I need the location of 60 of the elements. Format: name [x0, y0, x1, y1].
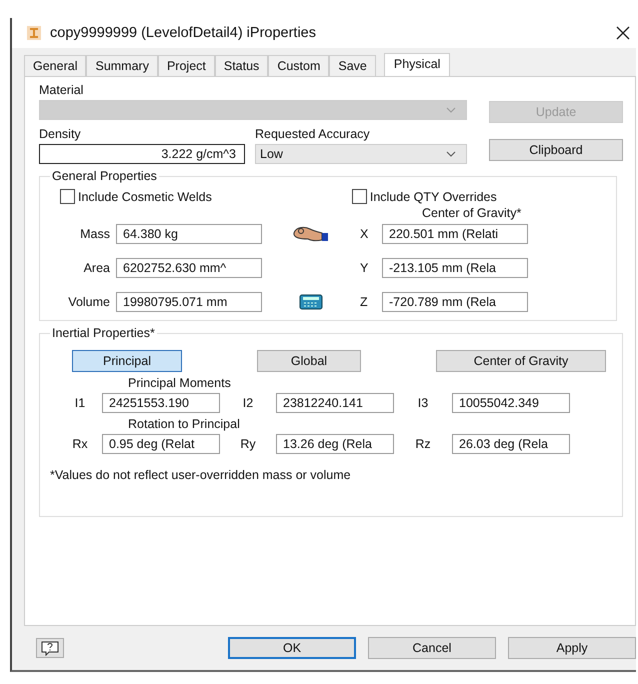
mode-button[interactable]: Global — [257, 350, 361, 372]
value-field[interactable]: 13.26 deg (Rela — [276, 434, 394, 454]
field-label: Volume — [67, 295, 110, 309]
accuracy-dropdown[interactable]: Low — [255, 144, 467, 164]
tab[interactable]: Save — [329, 55, 376, 76]
hand-icon[interactable] — [292, 224, 330, 244]
checkbox[interactable]: Include Cosmetic Welds — [60, 189, 212, 204]
tab[interactable]: Summary — [86, 55, 158, 76]
clipboard-button[interactable]: Clipboard — [489, 139, 623, 161]
tab[interactable]: Status — [214, 55, 268, 76]
axis-label: X — [360, 227, 370, 241]
checkbox[interactable]: Include QTY Overrides — [352, 189, 497, 204]
axis-label: Z — [360, 295, 369, 309]
note-text: *Values do not reflect user-overridden mass or volume — [50, 468, 352, 482]
dialog-button[interactable]: Cancel — [368, 637, 496, 659]
density-label: Density — [39, 127, 82, 141]
group-title: Inertial Properties* — [50, 326, 157, 340]
window-title: copy9999999 (LevelofDetail4) iProperties — [50, 25, 317, 41]
value-field[interactable]: 23812240.141 — [276, 393, 394, 413]
field-label: I1 — [74, 396, 86, 410]
value-field[interactable]: -720.789 mm (Rela — [382, 292, 528, 312]
value-field[interactable]: 6202752.630 mm^ — [116, 258, 262, 278]
help-button[interactable] — [36, 638, 64, 658]
value-field[interactable]: 64.380 kg — [116, 224, 262, 244]
field-label: Area — [82, 261, 110, 275]
value-field[interactable]: -213.105 mm (Rela — [382, 258, 528, 278]
help-icon — [40, 640, 60, 656]
field-label: Mass — [79, 227, 110, 241]
mode-button[interactable]: Center of Gravity — [436, 350, 606, 372]
value-field[interactable]: 24251553.190 — [102, 393, 220, 413]
dialog-button[interactable]: Apply — [508, 637, 636, 659]
field-label: Ry — [239, 437, 257, 451]
close-icon[interactable] — [616, 26, 630, 40]
field-label: I3 — [416, 396, 430, 410]
group-title: General Properties — [50, 169, 159, 183]
field-label: I2 — [242, 396, 254, 410]
material-label: Material — [39, 83, 84, 97]
tab[interactable]: Physical — [384, 53, 450, 76]
mode-button[interactable]: Principal — [72, 350, 182, 372]
dialog-button[interactable]: OK — [228, 637, 356, 659]
section-label: Principal Moments — [128, 376, 232, 390]
tab[interactable]: Project — [158, 55, 215, 76]
field-label: Rz — [414, 437, 432, 451]
tab[interactable]: Custom — [268, 55, 330, 76]
axis-label: Y — [360, 261, 370, 275]
value-field[interactable]: 26.03 deg (Rela — [452, 434, 570, 454]
accuracy-label: Requested Accuracy — [255, 127, 371, 141]
chevron-icon — [446, 151, 456, 157]
section-label: Rotation to Principal — [128, 417, 241, 431]
value-field[interactable]: 19980795.071 mm — [116, 292, 262, 312]
value-field[interactable]: 10055042.349 — [452, 393, 570, 413]
tab[interactable]: General — [24, 55, 86, 76]
density-field[interactable]: 3.222 g/cm^3 — [39, 144, 245, 164]
value-field[interactable]: 0.95 deg (Relat — [102, 434, 220, 454]
calculator-icon[interactable] — [299, 294, 323, 310]
value-field[interactable]: 220.501 mm (Relati — [382, 224, 528, 244]
app-icon — [26, 25, 42, 41]
field-label: Rx — [71, 437, 89, 451]
chevron-icon — [446, 107, 456, 113]
center-of-gravity-label: Center of Gravity* — [422, 206, 522, 220]
